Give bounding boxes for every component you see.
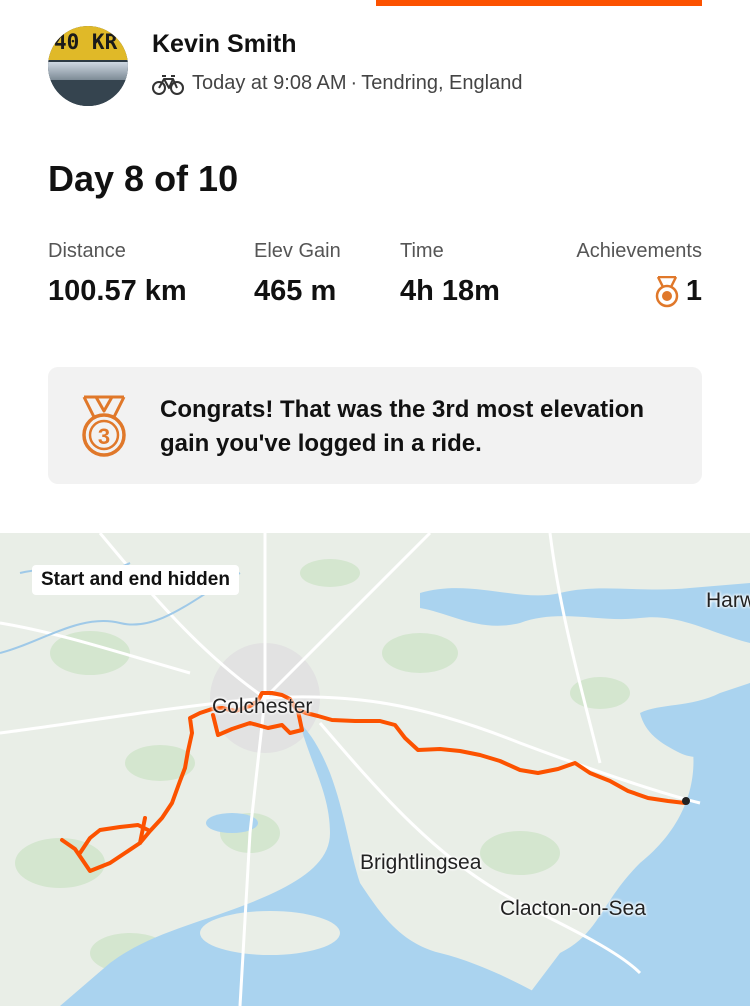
- stat-elev-value: 465 m: [254, 275, 337, 307]
- activity-header: 40 KR Kevin Smith Today at 9:08 AM · Ten…: [48, 26, 708, 106]
- meta-separator: ·: [350, 72, 358, 94]
- stat-time-label: Time: [400, 240, 444, 262]
- activity-timestamp: Today at 9:08 AM: [192, 72, 347, 94]
- achievement-message: Congrats! That was the 3rd most elevatio…: [160, 396, 645, 457]
- stat-time-value: 4h 18m: [400, 275, 500, 307]
- achievement-callout[interactable]: 3 Congrats! That was the 3rd most elevat…: [48, 367, 702, 484]
- bronze-medal-3-icon: 3: [82, 395, 126, 457]
- stat-achievements[interactable]: Achievements 1: [576, 240, 702, 308]
- avatar-band: [48, 62, 128, 80]
- place-brightlingsea: Brightlingsea: [360, 851, 482, 874]
- bronze-medal-icon: [655, 275, 679, 307]
- stat-elev-gain: Elev Gain 465 m: [254, 240, 341, 308]
- stats-row: Distance 100.57 km Elev Gain 465 m Time …: [48, 240, 702, 320]
- avatar-lower: [48, 80, 128, 106]
- avatar-plate-text: 40 KR: [54, 30, 118, 54]
- stat-distance-value: 100.57 km: [48, 275, 187, 307]
- place-harwich: Harw: [706, 589, 750, 612]
- athlete-name[interactable]: Kevin Smith: [152, 30, 296, 59]
- place-clacton: Clacton-on-Sea: [500, 897, 646, 920]
- avatar[interactable]: 40 KR: [48, 26, 128, 106]
- activity-page: 40 KR Kevin Smith Today at 9:08 AM · Ten…: [0, 0, 750, 1006]
- stat-time: Time 4h 18m: [400, 240, 500, 308]
- map-canvas: [0, 533, 750, 1006]
- achievements-count: 1: [685, 275, 702, 307]
- active-tab-indicator: [376, 0, 702, 6]
- place-colchester: Colchester: [212, 695, 313, 718]
- stat-distance: Distance 100.57 km: [48, 240, 187, 308]
- activity-title[interactable]: Day 8 of 10: [48, 158, 238, 200]
- stat-achievements-label: Achievements: [576, 240, 702, 262]
- svg-text:3: 3: [98, 424, 110, 449]
- bike-icon: [152, 74, 184, 95]
- stat-elev-label: Elev Gain: [254, 240, 341, 262]
- route-map[interactable]: Start and end hidden Colchester Brightli…: [0, 533, 750, 1006]
- stat-distance-label: Distance: [48, 240, 126, 262]
- activity-meta: Today at 9:08 AM · Tendring, England: [152, 72, 522, 95]
- privacy-badge: Start and end hidden: [32, 565, 239, 595]
- route-marker: [682, 797, 690, 805]
- activity-location: Tendring, England: [361, 72, 523, 94]
- stat-achievements-value-row: 1: [576, 275, 702, 308]
